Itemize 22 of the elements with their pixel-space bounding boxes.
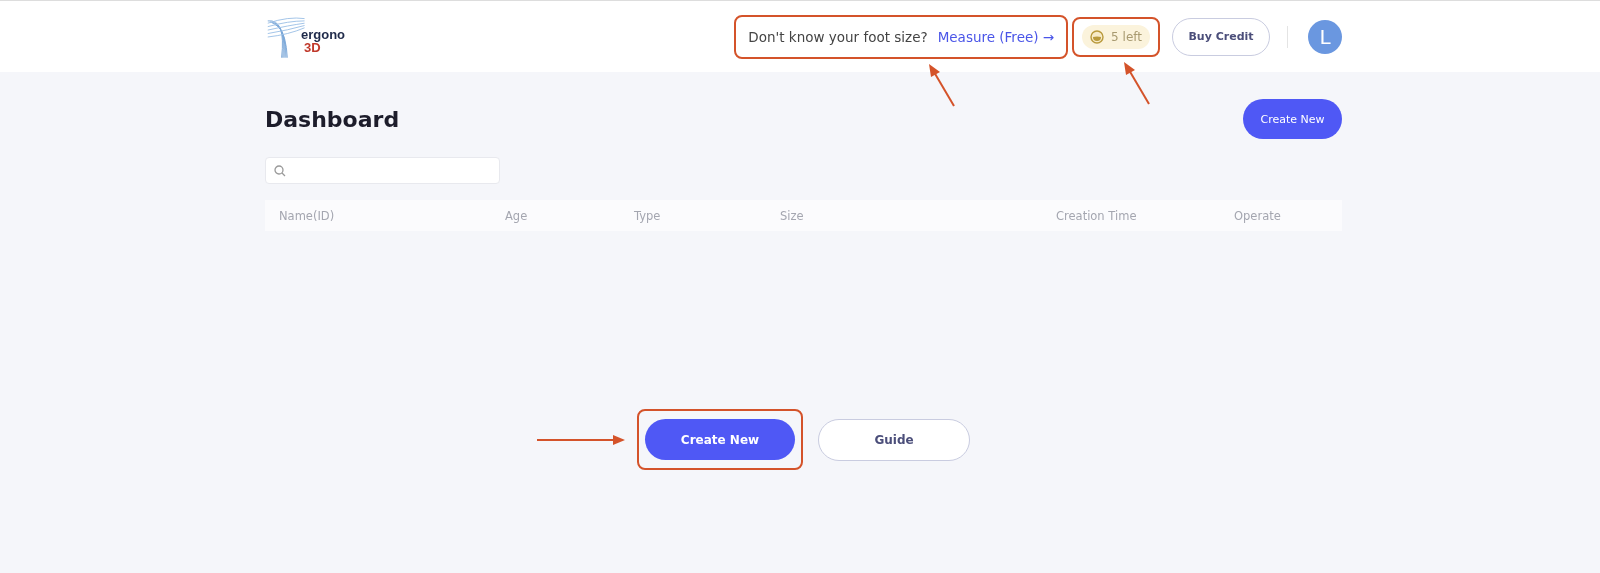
create-new-button[interactable]: Create New	[645, 419, 795, 460]
pointer-arrow	[927, 62, 956, 107]
search-field[interactable]	[265, 157, 500, 184]
guide-button[interactable]: Guide	[818, 418, 970, 461]
pointer-arrow	[1122, 60, 1151, 105]
column-header: Creation Time	[1056, 208, 1138, 223]
coin-icon	[1090, 29, 1105, 44]
prompt-text: Don't know your foot size?	[748, 28, 928, 45]
column-header: Operate	[1234, 208, 1281, 223]
search-icon	[274, 164, 286, 177]
measure-link[interactable]: Measure (Free) →	[937, 28, 1055, 45]
avatar[interactable]: L	[1308, 19, 1342, 54]
column-header: Age	[505, 208, 529, 223]
buy-credit-button[interactable]: Buy Credit	[1172, 17, 1270, 56]
column-header: Name(ID)	[278, 208, 336, 223]
page-title: Dashboard	[265, 106, 400, 132]
logo-suffix: 3D	[304, 40, 321, 54]
create-new-button[interactable]: Create New	[1243, 99, 1342, 139]
column-header: Size	[780, 208, 805, 223]
logo-wordmark: ergono	[301, 27, 346, 41]
column-header: Type	[634, 208, 662, 223]
credits-badge: 5 left	[1082, 24, 1150, 49]
